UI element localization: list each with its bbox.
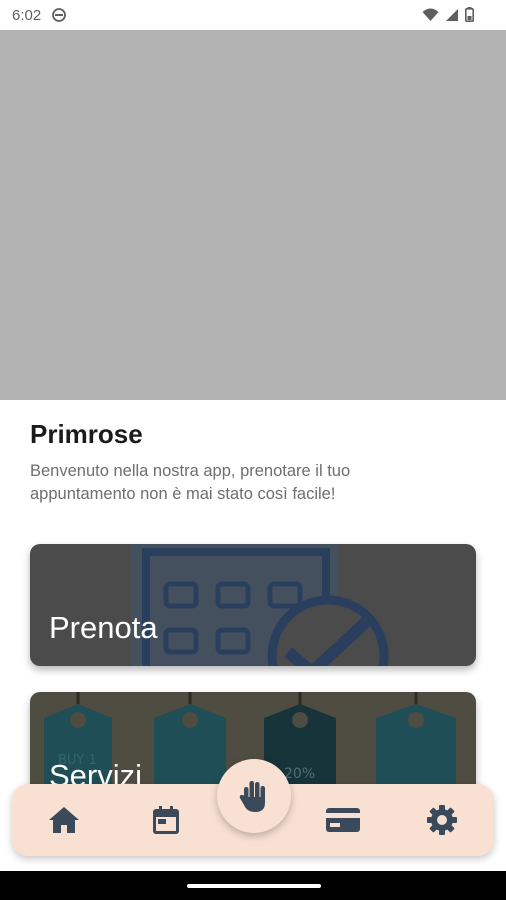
nav-home[interactable] [34,784,94,856]
status-bar: 6:02 [0,0,506,30]
tag-text-percent: 20% [284,766,315,782]
signal-icon [445,8,459,26]
status-time: 6:02 [12,7,42,24]
nav-settings[interactable] [412,784,472,856]
hand-icon [239,781,265,812]
prenota-label: Prenota [49,610,158,645]
battery-icon [465,7,475,26]
hero-image [0,30,506,400]
home-gesture-handle[interactable] [187,884,321,888]
center-action-button[interactable] [217,759,291,833]
page-title: Primrose [30,419,143,449]
system-nav-bar [0,871,506,900]
calendar-icon [153,806,179,834]
welcome-text: Benvenuto nella nostra app, prenotare il… [30,462,351,503]
nav-payments[interactable] [313,784,373,856]
status-icons [422,7,475,26]
prenota-card[interactable]: Prenota [30,544,476,666]
do-not-disturb-icon [52,8,66,26]
calendar-illustration [131,544,389,666]
card-icon [326,808,360,832]
home-icon [49,807,79,833]
wifi-icon [422,8,439,26]
nav-calendar[interactable] [136,784,196,856]
gear-icon [427,805,457,835]
